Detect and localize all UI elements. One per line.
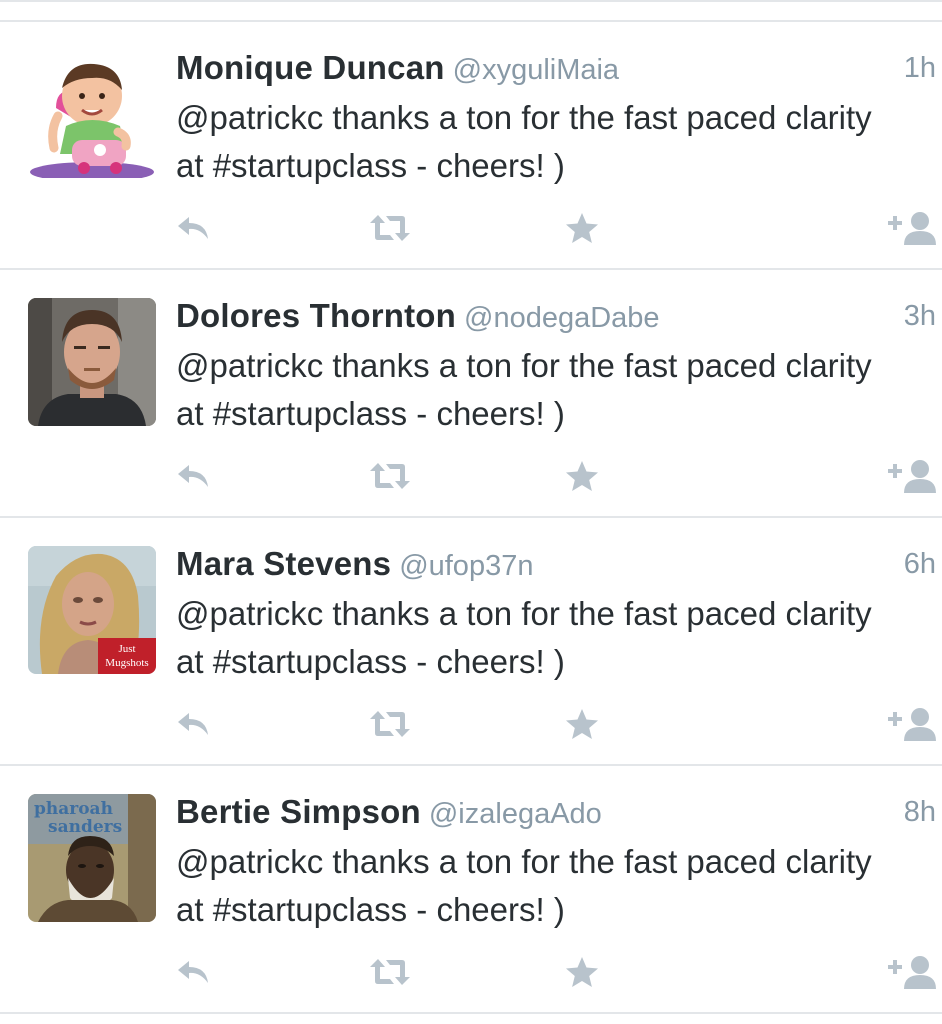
star-icon	[566, 957, 598, 987]
author-handle[interactable]: @izalegaAdo	[429, 798, 602, 830]
reply-icon	[178, 961, 208, 983]
album-cover-line-2: sanders	[48, 817, 122, 837]
follow-button[interactable]	[884, 704, 940, 744]
follow-user-icon	[888, 708, 936, 741]
follow-user-icon	[888, 956, 936, 989]
retweet-icon	[370, 463, 410, 489]
follow-user-icon	[888, 212, 936, 245]
author-handle[interactable]: @ufop37n	[399, 550, 533, 582]
retweet-icon	[370, 215, 410, 241]
tweet-header: Dolores Thornton @nodegaDabe	[176, 294, 796, 338]
divider	[0, 0, 942, 2]
reply-icon	[178, 465, 208, 487]
mugshot-avatar-image: Just Mugshots	[28, 546, 156, 674]
reply-button[interactable]	[170, 704, 216, 744]
album-cover-line-1: pharoah	[34, 799, 113, 819]
album-cover-avatar-image: pharoah sanders	[28, 794, 156, 922]
baby-photo-avatar-image	[28, 50, 156, 178]
avatar[interactable]	[28, 298, 156, 426]
tweet-timestamp: 1h	[903, 52, 936, 84]
bearded-man-avatar-image	[28, 298, 156, 426]
star-icon	[566, 461, 598, 491]
retweet-button[interactable]	[364, 208, 416, 248]
tweet-text: @patrickc thanks a ton for the fast pace…	[176, 347, 872, 432]
tweet-header: Mara Stevens @ufop37n	[176, 542, 796, 586]
favorite-button[interactable]	[560, 456, 604, 496]
author-name[interactable]: Monique Duncan	[176, 49, 445, 86]
author-handle[interactable]: @xyguliMaia	[453, 54, 619, 86]
tweet-header: Bertie Simpson @izalegaAdo	[176, 790, 796, 834]
tweet-card[interactable]: Just Mugshots Mara Stevens @ufop37n 6h @p…	[0, 518, 942, 764]
author-name[interactable]: Dolores Thornton	[176, 297, 456, 334]
star-icon	[566, 709, 598, 739]
retweet-icon	[370, 711, 410, 737]
follow-button[interactable]	[884, 456, 940, 496]
reply-button[interactable]	[170, 456, 216, 496]
tweet-timestamp: 8h	[903, 796, 936, 828]
avatar[interactable]: Just Mugshots	[28, 546, 156, 674]
tweet-header: Monique Duncan @xyguliMaia	[176, 46, 796, 90]
author-name[interactable]: Mara Stevens	[176, 545, 391, 582]
favorite-button[interactable]	[560, 952, 604, 992]
tweet-text: @patrickc thanks a ton for the fast pace…	[176, 99, 872, 184]
reply-button[interactable]	[170, 952, 216, 992]
tweet-timestamp: 3h	[903, 300, 936, 332]
avatar[interactable]: pharoah sanders	[28, 794, 156, 922]
retweet-button[interactable]	[364, 952, 416, 992]
retweet-button[interactable]	[364, 456, 416, 496]
author-name[interactable]: Bertie Simpson	[176, 793, 421, 830]
tweet-timestamp: 6h	[903, 548, 936, 580]
reply-button[interactable]	[170, 208, 216, 248]
follow-button[interactable]	[884, 208, 940, 248]
avatar[interactable]	[28, 50, 156, 178]
tweet-timeline: Monique Duncan @xyguliMaia 1h @patrickc t…	[0, 0, 942, 1024]
star-icon	[566, 213, 598, 243]
divider	[0, 1012, 942, 1014]
avatar-badge-line-1: Just	[118, 643, 135, 655]
tweet-text: @patrickc thanks a ton for the fast pace…	[176, 843, 872, 928]
tweet-text: @patrickc thanks a ton for the fast pace…	[176, 595, 872, 680]
reply-icon	[178, 713, 208, 735]
favorite-button[interactable]	[560, 208, 604, 248]
retweet-button[interactable]	[364, 704, 416, 744]
tweet-card[interactable]: Dolores Thornton @nodegaDabe 3h @patrickc…	[0, 270, 942, 516]
author-handle[interactable]: @nodegaDabe	[464, 302, 660, 334]
avatar-badge-line-2: Mugshots	[105, 657, 148, 669]
retweet-icon	[370, 959, 410, 985]
follow-button[interactable]	[884, 952, 940, 992]
tweet-card[interactable]: pharoah sanders Bertie Simpson @izalegaAd…	[0, 766, 942, 1012]
follow-user-icon	[888, 460, 936, 493]
reply-icon	[178, 217, 208, 239]
tweet-card[interactable]: Monique Duncan @xyguliMaia 1h @patrickc t…	[0, 22, 942, 268]
favorite-button[interactable]	[560, 704, 604, 744]
